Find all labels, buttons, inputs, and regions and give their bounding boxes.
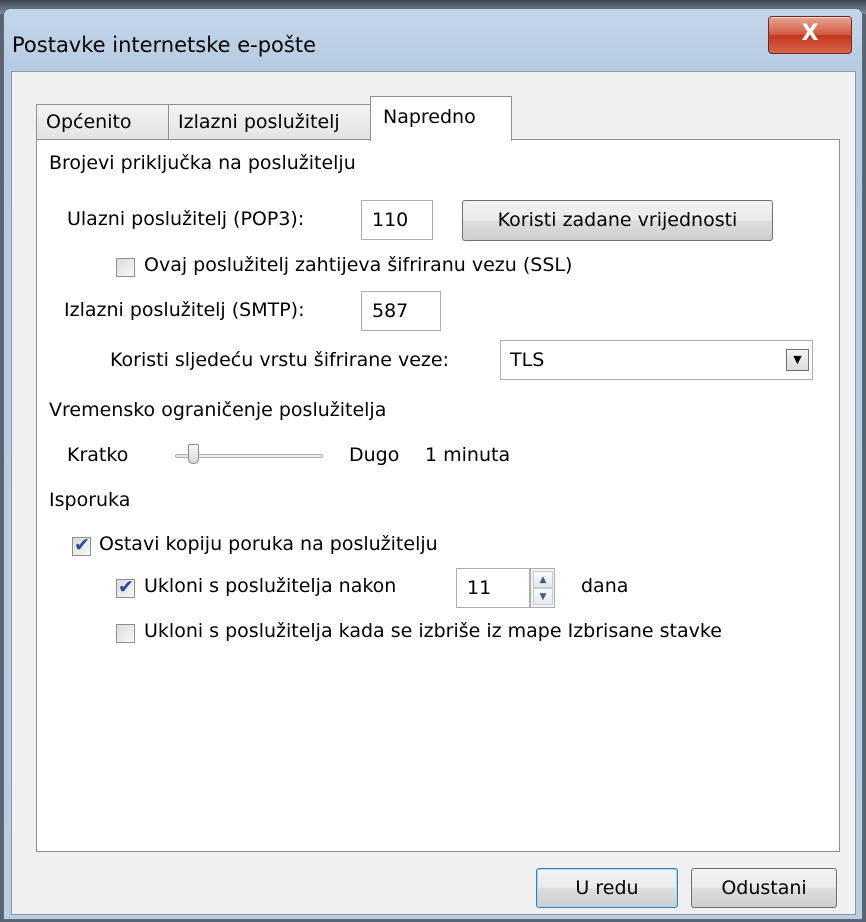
timeout-value-label: 1 minuta — [425, 444, 511, 466]
cancel-button[interactable]: Odustani — [691, 868, 837, 908]
group-separator — [445, 411, 817, 412]
remove-when-deleted-label: Ukloni s poslužitelja kada se izbriše iz… — [144, 620, 722, 642]
encryption-type-label: Koristi sljedeću vrstu šifrirane veze: — [110, 349, 449, 371]
timeout-short-label: Kratko — [67, 444, 129, 466]
group-title-delivery: Isporuka — [49, 489, 131, 511]
group-title-ports: Brojevi priključka na poslužitelju — [49, 152, 356, 174]
ssl-label: Ovaj poslužitelj zahtijeva šifriranu vez… — [144, 254, 573, 276]
group-separator — [163, 501, 817, 502]
remove-after-checkbox[interactable]: ✔ — [116, 576, 135, 598]
advanced-tab-panel: Brojevi priključka na poslužitelju Ulazn… — [36, 139, 840, 852]
chevron-down-icon[interactable]: ▼ — [786, 349, 809, 371]
days-spinner[interactable]: ▲ ▼ — [530, 568, 555, 608]
checkmark-icon: ✔ — [118, 576, 134, 598]
spinner-up-icon[interactable]: ▲ — [533, 571, 553, 588]
remove-after-days-input[interactable]: 11 — [456, 568, 530, 608]
incoming-port-input[interactable]: 110 — [361, 200, 433, 240]
incoming-server-label: Ulazni poslužitelj (POP3): — [67, 208, 305, 230]
tab-outgoing-server[interactable]: Izlazni poslužitelj — [168, 104, 371, 140]
use-defaults-button[interactable]: Koristi zadane vrijednosti — [462, 200, 773, 241]
group-title-timeout: Vremensko ograničenje poslužitelja — [49, 399, 387, 421]
ok-button[interactable]: U redu — [536, 868, 678, 908]
ssl-checkbox[interactable] — [116, 258, 135, 277]
checkmark-icon: ✔ — [74, 534, 90, 556]
window-title: Postavke internetske e-pošte — [12, 33, 316, 57]
title-bar[interactable]: Postavke internetske e-pošte X — [4, 9, 862, 71]
outgoing-port-input[interactable]: 587 — [361, 291, 441, 331]
dialog-client-area: Općenito Izlazni poslužitelj Napredno Br… — [11, 71, 856, 915]
leave-copy-label: Ostavi kopiju poruka na poslužitelju — [99, 533, 438, 555]
timeout-long-label: Dugo — [349, 444, 400, 466]
remove-after-label: Ukloni s poslužitelja nakon — [144, 575, 397, 597]
group-separator — [407, 164, 817, 165]
encryption-type-select[interactable]: TLS ▼ — [500, 340, 813, 380]
outgoing-server-label: Izlazni poslužitelj (SMTP): — [64, 299, 305, 321]
timeout-slider-thumb[interactable] — [187, 444, 199, 464]
dialog-window: Postavke internetske e-pošte X Općenito … — [3, 8, 863, 920]
encryption-type-value: TLS — [510, 349, 545, 371]
days-unit-label: dana — [581, 575, 629, 597]
tab-general[interactable]: Općenito — [36, 104, 169, 140]
spinner-down-icon[interactable]: ▼ — [533, 588, 553, 605]
close-icon: X — [801, 21, 819, 46]
remove-when-deleted-checkbox[interactable] — [116, 624, 135, 643]
leave-copy-checkbox[interactable]: ✔ — [72, 534, 91, 556]
tab-advanced[interactable]: Napredno — [370, 96, 512, 141]
close-button[interactable]: X — [768, 16, 852, 54]
